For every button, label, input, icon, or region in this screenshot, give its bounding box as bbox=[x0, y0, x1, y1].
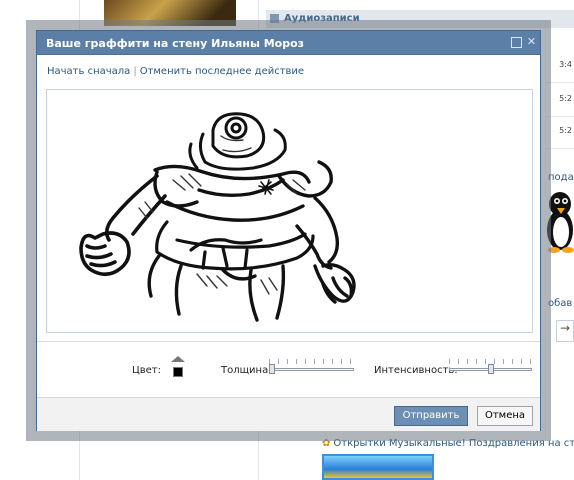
slider-thumb[interactable] bbox=[269, 364, 275, 374]
maximize-icon[interactable] bbox=[511, 37, 522, 48]
dialog-actions: Начать сначала | Отменить последнее действ… bbox=[47, 66, 304, 77]
close-icon[interactable]: ✕ bbox=[526, 36, 537, 48]
intensity-label: Интенсивность: bbox=[374, 365, 458, 376]
dialog-footer: Отправить Отмена bbox=[37, 397, 540, 431]
add-link[interactable]: обав bbox=[548, 298, 572, 309]
audio-duration: 5:2 bbox=[559, 126, 572, 135]
audio-duration: 5:2 bbox=[559, 94, 572, 103]
thickness-label: Толщина: bbox=[221, 365, 272, 376]
slider-ticks bbox=[269, 359, 354, 364]
slider-thumb[interactable] bbox=[488, 364, 494, 374]
drawing-canvas[interactable] bbox=[46, 89, 533, 333]
link-separator: | bbox=[133, 66, 137, 77]
undo-link[interactable]: Отменить последнее действие bbox=[140, 66, 304, 77]
dialog-title-bar: Ваше граффити на стену Ильяны Мороз ✕ bbox=[37, 31, 540, 55]
next-arrow-button[interactable]: → bbox=[556, 320, 574, 342]
color-label: Цвет: bbox=[132, 365, 162, 376]
thickness-slider[interactable] bbox=[269, 359, 354, 374]
send-button[interactable]: Отправить bbox=[394, 406, 468, 426]
intensity-slider[interactable] bbox=[449, 359, 532, 374]
color-swatch[interactable] bbox=[173, 367, 183, 377]
cancel-button[interactable]: Отмена bbox=[477, 406, 533, 426]
postcard-banner-image[interactable] bbox=[322, 454, 434, 480]
graffiti-dialog: Ваше граффити на стену Ильяны Мороз ✕ На… bbox=[36, 30, 541, 431]
dialog-title: Ваше граффити на стену Ильяны Мороз bbox=[46, 37, 305, 50]
gifts-link[interactable]: подар bbox=[548, 172, 574, 183]
restart-link[interactable]: Начать сначала bbox=[47, 66, 130, 77]
slider-track bbox=[269, 368, 354, 371]
audio-duration: 3:4 bbox=[559, 60, 572, 69]
drawing-controls: Цвет: Толщина: Интенсивность: bbox=[37, 341, 540, 397]
color-picker-arrow-icon[interactable] bbox=[171, 356, 185, 362]
graffiti-drawing bbox=[79, 112, 356, 322]
arrow-right-icon: → bbox=[560, 321, 571, 335]
